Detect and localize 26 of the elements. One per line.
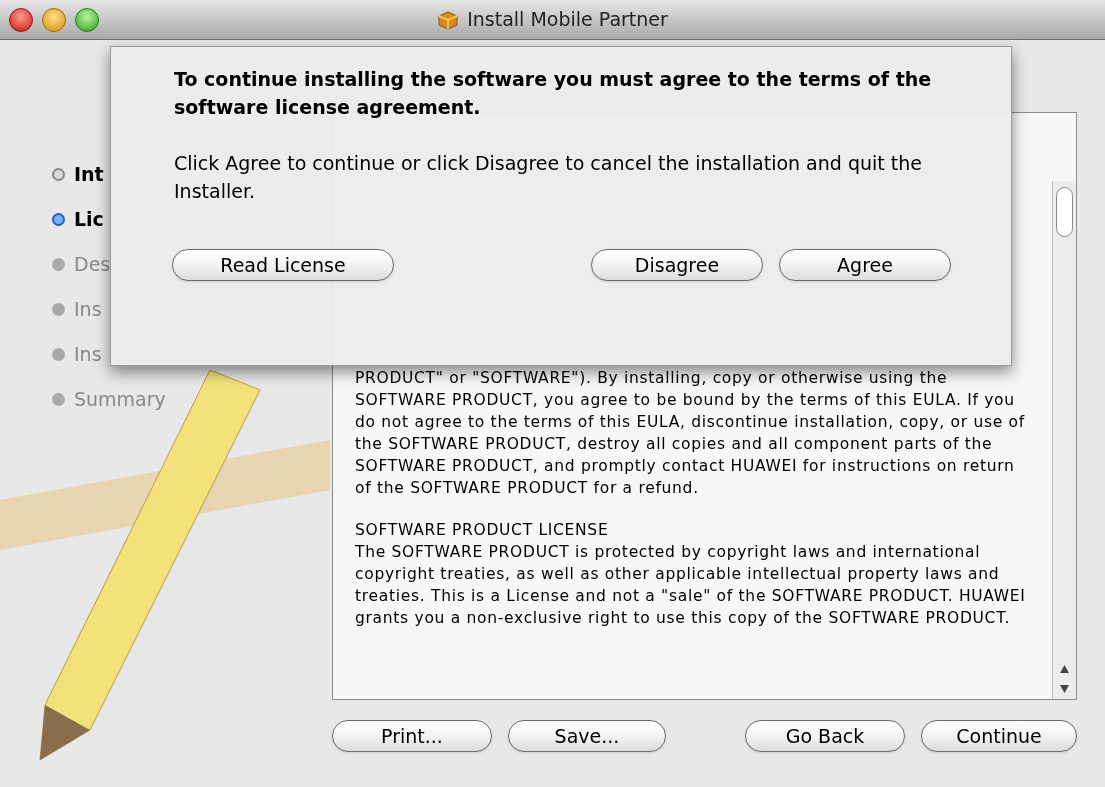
zoom-icon[interactable] bbox=[75, 7, 99, 32]
footer-button[interactable]: Save... bbox=[508, 720, 666, 752]
scroll-thumb[interactable] bbox=[1056, 187, 1073, 237]
window-title: Install Mobile Partner bbox=[467, 7, 668, 33]
license-text: SOFTWARE PRODUCT LICENSE The SOFTWARE PRODUCT is protected by copyright laws and international copyright treaties, as well as other applicable intellectual property laws and treaties. This is a License and not a "sale" of the SOFTWARE PRODUCT. HUAWEI grants you a non-exclusive right to use this copy of the SOFTWARE PRODUCT. bbox=[355, 520, 1027, 629]
step-label: Lic bbox=[74, 206, 104, 232]
minimize-icon[interactable] bbox=[42, 7, 66, 32]
step-label: Ins bbox=[74, 341, 102, 367]
sheet-button[interactable]: Disagree bbox=[591, 249, 763, 281]
license-text: PRODUCT" or "SOFTWARE"). By installing, copy or otherwise using the SOFTWARE PRODUCT, you agree to be bound by the terms of this EULA. If you do not agree to the terms of this EULA, discontinue installation, copy, or use of the SOFTWARE PRODUCT, destroy all copies and all component parts of the SOFTWARE PRODUCT, and promptly contact HUAWEI for instructions on return of the SOFTWARE PRODUCT for a refund. bbox=[355, 368, 1026, 499]
step-label: Int bbox=[74, 161, 104, 187]
footer-button[interactable]: Go Back bbox=[745, 720, 905, 752]
scroll-bar[interactable] bbox=[1052, 181, 1076, 699]
step-label: Ins bbox=[74, 296, 102, 322]
scroll-down-icon[interactable] bbox=[1060, 685, 1069, 693]
sheet-button[interactable]: Agree bbox=[779, 249, 951, 281]
step-label: Summary bbox=[74, 386, 166, 412]
scroll-up-icon[interactable] bbox=[1060, 665, 1069, 673]
footer-button[interactable]: Continue bbox=[921, 720, 1077, 752]
sheet-button[interactable]: Read License bbox=[172, 249, 394, 281]
sheet-message: Click Agree to continue or click Disagree to cancel the installation and quit the Installer. bbox=[174, 151, 923, 204]
close-icon[interactable] bbox=[9, 7, 33, 32]
package-icon bbox=[437, 9, 460, 30]
footer-button[interactable]: Print... bbox=[332, 720, 492, 752]
step-label: Des bbox=[74, 251, 111, 277]
sheet-heading: To continue installing the software you must agree to the terms of the software license agreement. bbox=[174, 67, 933, 120]
